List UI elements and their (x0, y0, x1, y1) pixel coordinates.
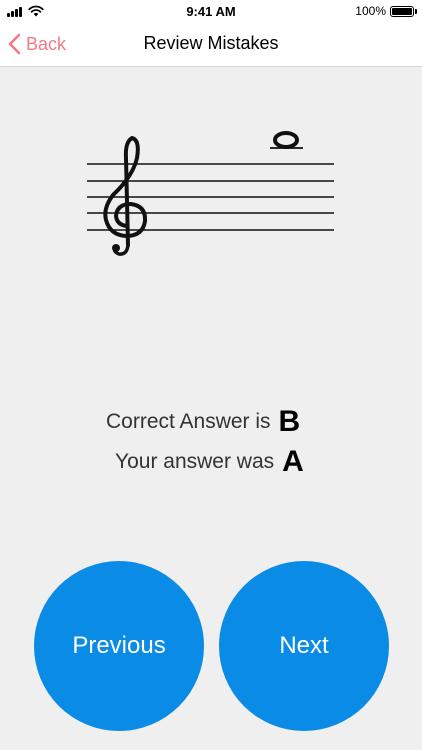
previous-button[interactable]: Previous (34, 561, 204, 731)
user-answer-line: Your answer was A (115, 442, 304, 482)
staff-lines (87, 163, 334, 231)
battery-nub (415, 9, 417, 14)
battery-icon (390, 6, 414, 17)
navigation-bar: Back Review Mistakes (0, 22, 422, 67)
correct-answer-line: Correct Answer is B (106, 402, 300, 442)
whole-note-icon (273, 131, 299, 149)
status-bar: 9:41 AM 100% (0, 0, 422, 22)
user-answer-label: Your answer was (115, 450, 275, 473)
correct-answer-label: Correct Answer is (106, 410, 271, 433)
correct-answer-value: B (278, 405, 301, 438)
next-button[interactable]: Next (219, 561, 389, 731)
treble-clef-icon (103, 136, 148, 256)
user-answer-value: A (282, 445, 304, 478)
page-title: Review Mistakes (143, 33, 279, 53)
music-staff (87, 131, 334, 256)
battery-percent: 100% (355, 4, 386, 18)
battery-level-fill (392, 8, 412, 15)
